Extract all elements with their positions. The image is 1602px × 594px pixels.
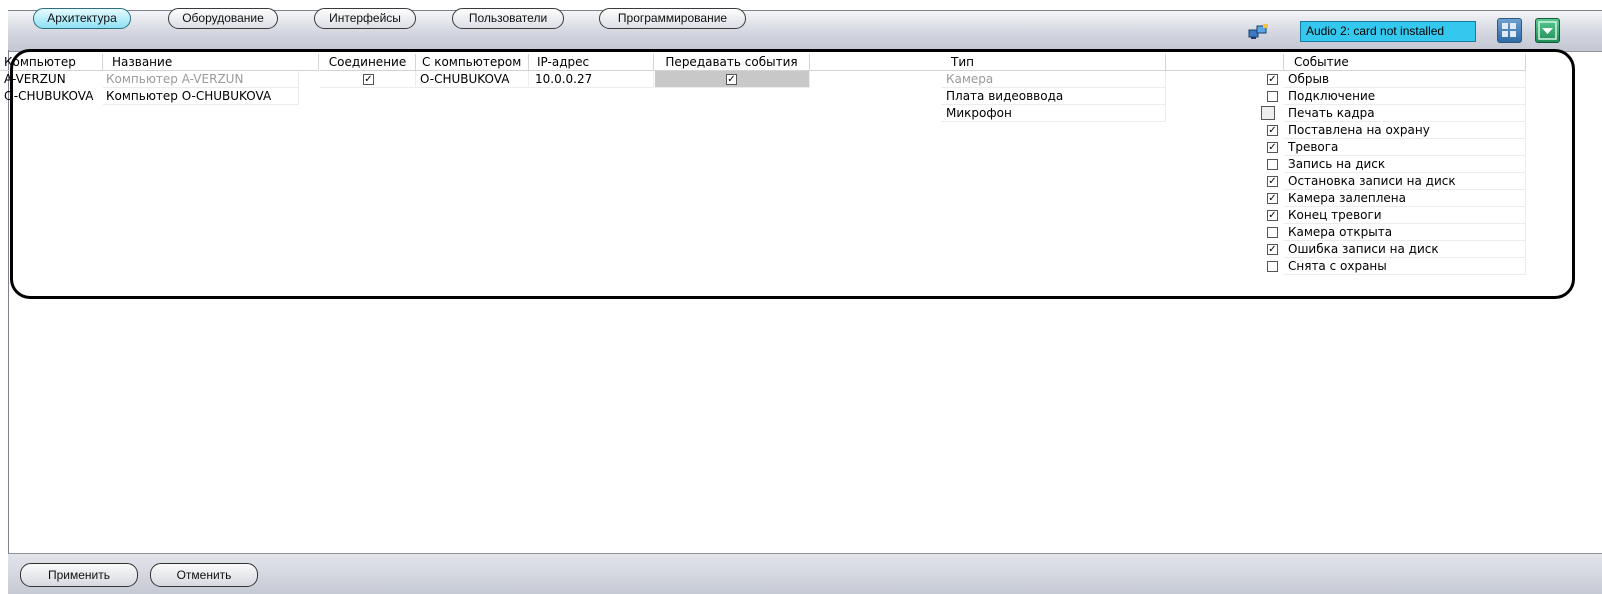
event-checkbox[interactable]: ✓ [1267, 244, 1278, 255]
event-label: Подключение [1284, 88, 1526, 105]
table-row-name[interactable]: Компьютер O-CHUBUKOVA [103, 88, 299, 105]
table-row-computer[interactable]: O-CHUBUKOVA [0, 88, 103, 105]
cancel-button[interactable]: Отменить [150, 563, 258, 587]
type-list-item[interactable]: Плата видеоввода [941, 88, 1166, 105]
col-header-name[interactable]: Название [103, 54, 319, 71]
event-label: Камера открыта [1284, 224, 1526, 241]
col-header-computer[interactable]: Компьютер [0, 54, 103, 71]
event-checkbox[interactable] [1267, 91, 1278, 102]
event-label: Снята с охраны [1284, 258, 1526, 275]
event-list-item[interactable]: ✓ Обрыв [1260, 71, 1526, 88]
event-label: Камера залеплена [1284, 190, 1526, 207]
col-header-event[interactable]: Событие [1284, 54, 1526, 71]
tab-programming[interactable]: Программирование [599, 8, 746, 29]
tab-architecture[interactable]: Архитектура [33, 8, 131, 29]
layout-grid-icon[interactable] [1497, 18, 1522, 43]
table-row-computer[interactable]: A-VERZUN [0, 71, 103, 88]
col-header-type[interactable]: Тип [810, 54, 1166, 71]
col-header-peer-computer[interactable]: С компьютером [416, 54, 529, 71]
event-checkbox[interactable]: ✓ [1267, 74, 1278, 85]
peer-computer-cell[interactable]: O-CHUBUKOVA [416, 71, 529, 88]
event-list-item[interactable]: Снята с охраны [1260, 258, 1526, 275]
event-label: Обрыв [1284, 71, 1526, 88]
send-events-checkbox[interactable]: ✓ [726, 74, 737, 85]
event-checkbox[interactable] [1267, 261, 1278, 272]
event-list-item[interactable]: Подключение [1260, 88, 1526, 105]
event-list-item[interactable]: ✓ Камера залеплена [1260, 190, 1526, 207]
tab-users[interactable]: Пользователи [452, 8, 564, 29]
event-checkbox[interactable] [1267, 159, 1278, 170]
content-border [8, 50, 9, 553]
ip-address-cell[interactable]: 10.0.0.27 [529, 71, 654, 88]
event-checkbox[interactable]: ✓ [1267, 210, 1278, 221]
event-list-item[interactable]: Камера открыта [1260, 224, 1526, 241]
col-header-connection[interactable]: Соединение [320, 54, 416, 71]
event-label: Запись на диск [1284, 156, 1526, 173]
type-list-item[interactable]: Микрофон [941, 105, 1166, 122]
col-header-send-events[interactable]: Передавать события [654, 54, 810, 71]
network-status-icon[interactable] [1248, 23, 1270, 41]
audio-status-field[interactable]: Audio 2: card not installed [1300, 21, 1476, 42]
event-label: Остановка записи на диск [1284, 173, 1526, 190]
event-list-item[interactable]: ✓ Конец тревоги [1260, 207, 1526, 224]
event-list-item[interactable]: ✓ Ошибка записи на диск [1260, 241, 1526, 258]
event-list-item[interactable]: ✓ Тревога [1260, 139, 1526, 156]
col-header-spacer [1166, 54, 1284, 71]
tab-hardware[interactable]: Оборудование [168, 8, 278, 29]
event-label: Конец тревоги [1284, 207, 1526, 224]
event-checkbox[interactable] [1261, 106, 1275, 120]
tab-interfaces[interactable]: Интерфейсы [314, 8, 416, 29]
event-label: Печать кадра [1284, 105, 1526, 122]
event-list-item[interactable]: Печать кадра [1260, 105, 1526, 122]
event-label: Ошибка записи на диск [1284, 241, 1526, 258]
dropdown-arrow-icon[interactable] [1535, 18, 1560, 43]
event-checkbox[interactable] [1267, 227, 1278, 238]
event-checkbox[interactable]: ✓ [1267, 193, 1278, 204]
event-label: Тревога [1284, 139, 1526, 156]
type-list-item[interactable]: Камера [941, 71, 1166, 88]
event-list-item[interactable]: ✓ Поставлена на охрану [1260, 122, 1526, 139]
event-label: Поставлена на охрану [1284, 122, 1526, 139]
col-header-ip-address[interactable]: IP-адрес [529, 54, 654, 71]
connection-checkbox[interactable]: ✓ [363, 74, 374, 85]
event-checkbox[interactable]: ✓ [1267, 176, 1278, 187]
event-list-item[interactable]: Запись на диск [1260, 156, 1526, 173]
event-checkbox[interactable]: ✓ [1267, 125, 1278, 136]
event-checkbox[interactable]: ✓ [1267, 142, 1278, 153]
table-row-name[interactable]: Компьютер A-VERZUN [103, 71, 299, 88]
apply-button[interactable]: Применить [20, 563, 138, 587]
event-list-item[interactable]: ✓ Остановка записи на диск [1260, 173, 1526, 190]
